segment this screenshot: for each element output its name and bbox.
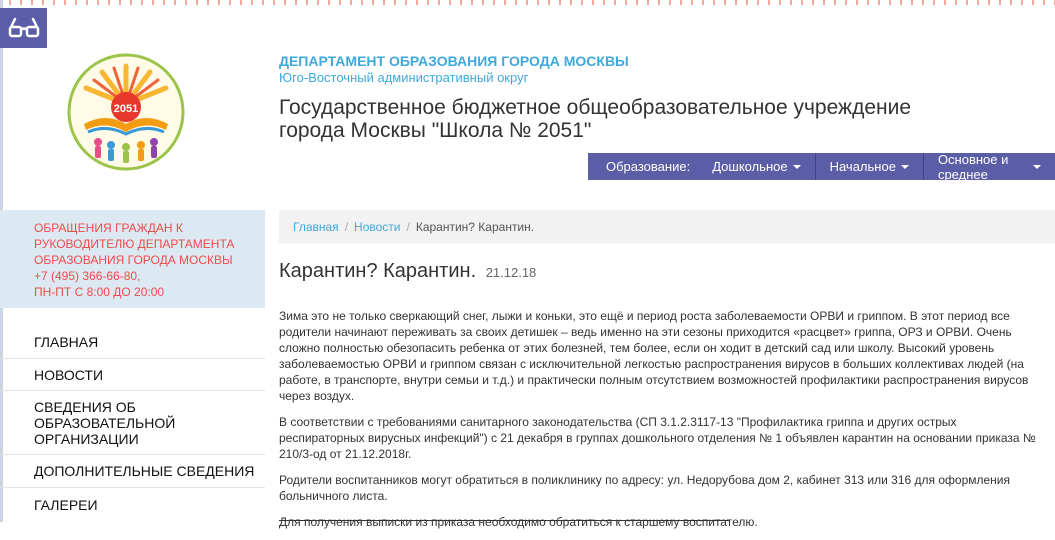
appeal-phone: +7 (495) 366-66-80,	[34, 269, 141, 283]
breadcrumb-separator: /	[344, 219, 349, 234]
article-heading: Карантин? Карантин. 21.12.18	[279, 260, 536, 283]
article-paragraph: Для получения выписки из приказа необход…	[279, 515, 758, 529]
okrug-name[interactable]: Юго-Восточный административный округ	[279, 70, 528, 85]
breadcrumb-separator: /	[406, 219, 410, 234]
citizen-appeal-block[interactable]: ОБРАЩЕНИЯ ГРАЖДАН К РУКОВОДИТЕЛЮ ДЕПАРТА…	[0, 210, 265, 308]
article-date: 21.12.18	[485, 265, 537, 280]
appeal-line: ОБРАЗОВАНИЯ ГОРОДА МОСКВЫ	[34, 253, 233, 267]
nav-item-secondary[interactable]: Основное и среднее	[924, 151, 1055, 182]
nav-item-primary[interactable]: Начальное	[816, 153, 924, 180]
department-name[interactable]: ДЕПАРТАМЕНТ ОБРАЗОВАНИЯ ГОРОДА МОСКВЫ	[279, 53, 629, 69]
logo-number: 2051	[114, 103, 138, 115]
school-logo-icon: 2051	[67, 53, 185, 171]
nav-item-label: Дошкольное	[712, 159, 788, 174]
article-title: Карантин? Карантин.	[279, 260, 477, 282]
school-title: Государственное бюджетное общеобразовате…	[279, 96, 979, 142]
sidebar-item-galleries[interactable]: ГАЛЕРЕИ	[0, 488, 265, 522]
nav-label: Образование:	[606, 159, 691, 174]
breadcrumb: Главная / Новости / Карантин? Карантин.	[279, 210, 1055, 243]
article-divider	[279, 520, 729, 521]
sidebar-item-additional-info[interactable]: ДОПОЛНИТЕЛЬНЫЕ СВЕДЕНИЯ	[0, 455, 265, 488]
sidebar-item-news[interactable]: НОВОСТИ	[0, 359, 265, 391]
appeal-line: РУКОВОДИТЕЛЮ ДЕПАРТАМЕНТА	[34, 237, 235, 251]
nav-item-label: Начальное	[829, 159, 896, 174]
sidebar-item-organization-info[interactable]: СВЕДЕНИЯ ОБ ОБРАЗОВАТЕЛЬНОЙ ОРГАНИЗАЦИИ	[0, 391, 265, 455]
school-title-line1: Государственное бюджетное общеобразовате…	[279, 96, 912, 119]
top-decorative-stripe	[0, 0, 1055, 5]
breadcrumb-home-link[interactable]: Главная	[293, 220, 339, 234]
sidebar-menu: ГЛАВНАЯ НОВОСТИ СВЕДЕНИЯ ОБ ОБРАЗОВАТЕЛЬ…	[0, 325, 265, 522]
caret-down-icon	[792, 164, 801, 169]
article-paragraph: Зима это не только сверкающий снег, лыжи…	[279, 309, 1029, 403]
glasses-icon	[8, 17, 39, 38]
nav-item-label: Основное и среднее	[937, 151, 1009, 182]
article-paragraph: Родители воспитанников могут обратиться …	[279, 473, 1011, 503]
school-title-line2: города Москвы "Школа № 2051"	[279, 119, 592, 142]
appeal-line: ОБРАЩЕНИЯ ГРАЖДАН К	[34, 221, 183, 235]
nav-item-preschool[interactable]: Дошкольное	[698, 153, 816, 180]
caret-down-icon	[1033, 164, 1041, 169]
appeal-hours: ПН-ПТ С 8:00 ДО 20:00	[34, 285, 165, 299]
article-paragraph: В соответствии с требованиями санитарног…	[279, 415, 1036, 461]
accessibility-button[interactable]	[0, 8, 47, 48]
education-navbar: Образование: Дошкольное Начальное Основн…	[588, 151, 1055, 182]
caret-down-icon	[900, 164, 909, 169]
sidebar-item-home[interactable]: ГЛАВНАЯ	[0, 325, 265, 359]
breadcrumb-news-link[interactable]: Новости	[354, 220, 400, 234]
school-logo[interactable]: 2051	[66, 52, 186, 172]
article-body: Зима это не только сверкающий снег, лыжи…	[279, 308, 1039, 540]
breadcrumb-current: Карантин? Карантин.	[415, 219, 535, 234]
